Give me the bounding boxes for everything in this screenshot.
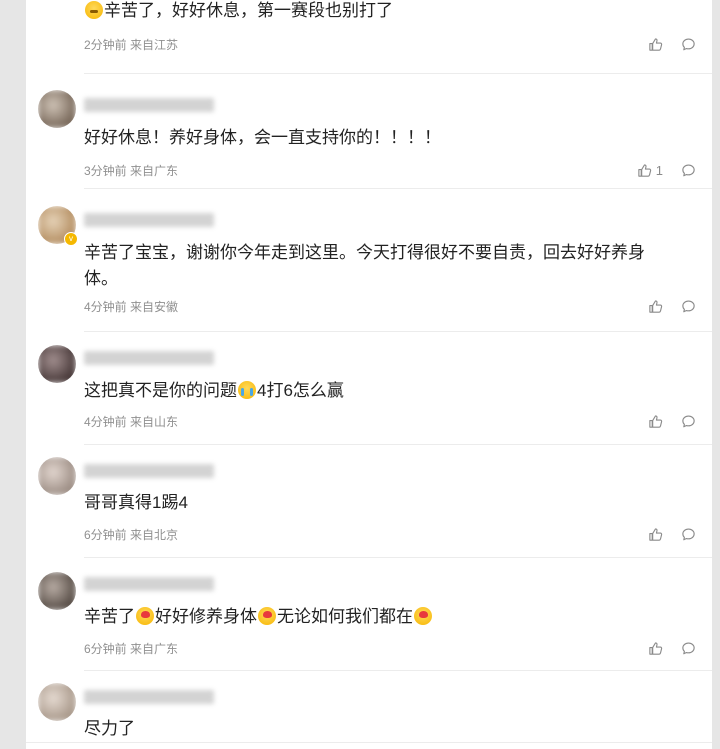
comment-text-segment: 好好修养身体 bbox=[155, 607, 257, 626]
username-blurred[interactable] bbox=[84, 577, 214, 591]
avatar[interactable] bbox=[38, 345, 76, 383]
comment-text: 哥哥真得1踢4 bbox=[84, 490, 676, 516]
username-blurred[interactable] bbox=[84, 464, 214, 478]
like-button[interactable] bbox=[648, 299, 663, 314]
comment-actions bbox=[648, 527, 696, 542]
comment-actions: 1 bbox=[637, 163, 696, 178]
comment-item: 尽力了 bbox=[26, 671, 712, 749]
comment-meta: 3分钟前 来自广东 bbox=[84, 162, 178, 179]
comment-text: 辛苦了，好好休息，第一赛段也别打了 bbox=[84, 0, 676, 24]
comment-text-segment: 辛苦了，好好休息，第一赛段也别打了 bbox=[104, 1, 393, 20]
thumbs-up-icon bbox=[637, 163, 652, 178]
comment-text-segment: 无论如何我们都在 bbox=[277, 607, 413, 626]
avatar[interactable] bbox=[38, 683, 76, 721]
left-gutter bbox=[0, 0, 26, 749]
comment-actions bbox=[648, 414, 696, 429]
comment-meta: 6分钟前 来自广东 bbox=[84, 640, 178, 657]
like-count: 1 bbox=[655, 163, 663, 178]
reply-bubble-icon[interactable] bbox=[681, 37, 696, 52]
comment-meta: 4分钟前 来自山东 bbox=[84, 413, 178, 430]
thumbs-up-icon bbox=[648, 37, 663, 52]
cry-emoji-icon bbox=[238, 381, 256, 399]
comment-location: 来自广东 bbox=[130, 164, 179, 178]
username-blurred[interactable] bbox=[84, 351, 214, 365]
comment-time: 3分钟前 bbox=[84, 164, 127, 178]
avatar[interactable] bbox=[38, 572, 76, 610]
comment-text-segment: 尽力了 bbox=[84, 719, 135, 738]
comment-text-segment: 好好休息！养好身体，会一直支持你的！！！！ bbox=[84, 128, 441, 147]
comment-actions bbox=[648, 299, 696, 314]
kiss-emoji-icon bbox=[258, 607, 276, 625]
thumbs-up-icon bbox=[648, 414, 663, 429]
comment-actions bbox=[648, 641, 696, 656]
comment-location: 来自北京 bbox=[130, 528, 179, 542]
reply-bubble-icon[interactable] bbox=[681, 527, 696, 542]
comment-time: 2分钟前 bbox=[84, 38, 127, 52]
comment-location: 来自广东 bbox=[130, 642, 179, 656]
thumbs-up-icon bbox=[648, 299, 663, 314]
username-blurred[interactable] bbox=[84, 213, 214, 227]
comment-location: 来自山东 bbox=[130, 415, 179, 429]
comment-item: v 辛苦了宝宝，谢谢你今年走到这里。今天打得很好不要自责，回去好好养身体。 4分钟前… bbox=[26, 189, 712, 332]
comment-text: 辛苦了宝宝，谢谢你今年走到这里。今天打得很好不要自责，回去好好养身体。 bbox=[84, 240, 676, 292]
comment-text-segment: 这把真不是你的问题 bbox=[84, 381, 237, 400]
comment-location: 来自江苏 bbox=[130, 38, 179, 52]
avatar[interactable] bbox=[38, 90, 76, 128]
comment-list: 辛苦了，好好休息，第一赛段也别打了 2分钟前 来自江苏好好休息！养好身体，会一直支… bbox=[26, 0, 712, 749]
sweat-emoji-icon bbox=[85, 1, 103, 19]
kiss-emoji-icon bbox=[136, 607, 154, 625]
username-blurred[interactable] bbox=[84, 690, 214, 704]
username-blurred[interactable] bbox=[84, 98, 214, 112]
comment-time: 4分钟前 bbox=[84, 415, 127, 429]
comment-text-segment: 辛苦了 bbox=[84, 607, 135, 626]
reply-bubble-icon[interactable] bbox=[681, 641, 696, 656]
comment-meta: 4分钟前 来自安徽 bbox=[84, 298, 178, 315]
comment-text-segment: 辛苦了宝宝，谢谢你今年走到这里。今天打得很好不要自责，回去好好养身体。 bbox=[84, 243, 645, 288]
like-button[interactable] bbox=[648, 37, 663, 52]
comment-location: 来自安徽 bbox=[130, 300, 179, 314]
avatar[interactable] bbox=[38, 457, 76, 495]
like-button[interactable] bbox=[648, 414, 663, 429]
reply-bubble-icon[interactable] bbox=[681, 414, 696, 429]
comment-text: 尽力了 bbox=[84, 716, 676, 742]
comment-time: 6分钟前 bbox=[84, 528, 127, 542]
comment-item: 辛苦了 好好修养身体 无论如何我们都在 6分钟前 来自广东 bbox=[26, 558, 712, 671]
thumbs-up-icon bbox=[648, 641, 663, 656]
reply-bubble-icon[interactable] bbox=[681, 299, 696, 314]
comment-actions bbox=[648, 37, 696, 52]
kiss-emoji-icon bbox=[414, 607, 432, 625]
comment-item: 哥哥真得1踢4 6分钟前 来自北京 bbox=[26, 445, 712, 558]
right-scrollbar-track[interactable] bbox=[712, 0, 720, 749]
comment-text: 辛苦了 好好修养身体 无论如何我们都在 bbox=[84, 604, 676, 630]
comment-item: 辛苦了，好好休息，第一赛段也别打了 2分钟前 来自江苏 bbox=[26, 0, 712, 74]
divider bbox=[26, 742, 712, 743]
comment-meta: 2分钟前 来自江苏 bbox=[84, 36, 178, 53]
comment-text-segment: 4打6怎么赢 bbox=[257, 381, 344, 400]
comment-item: 这把真不是你的问题 4打6怎么赢 4分钟前 来自山东 bbox=[26, 332, 712, 445]
comment-text-segment: 哥哥真得1踢4 bbox=[84, 493, 188, 512]
comment-text: 好好休息！养好身体，会一直支持你的！！！！ bbox=[84, 125, 676, 151]
comment-time: 4分钟前 bbox=[84, 300, 127, 314]
thumbs-up-icon bbox=[648, 527, 663, 542]
verified-badge-icon: v bbox=[64, 232, 78, 246]
reply-bubble-icon[interactable] bbox=[681, 163, 696, 178]
comment-item: 好好休息！养好身体，会一直支持你的！！！！ 3分钟前 来自广东 1 bbox=[26, 74, 712, 189]
comment-text: 这把真不是你的问题 4打6怎么赢 bbox=[84, 378, 676, 404]
like-button[interactable]: 1 bbox=[637, 163, 663, 178]
like-button[interactable] bbox=[648, 527, 663, 542]
comment-meta: 6分钟前 来自北京 bbox=[84, 526, 178, 543]
comment-time: 6分钟前 bbox=[84, 642, 127, 656]
like-button[interactable] bbox=[648, 641, 663, 656]
